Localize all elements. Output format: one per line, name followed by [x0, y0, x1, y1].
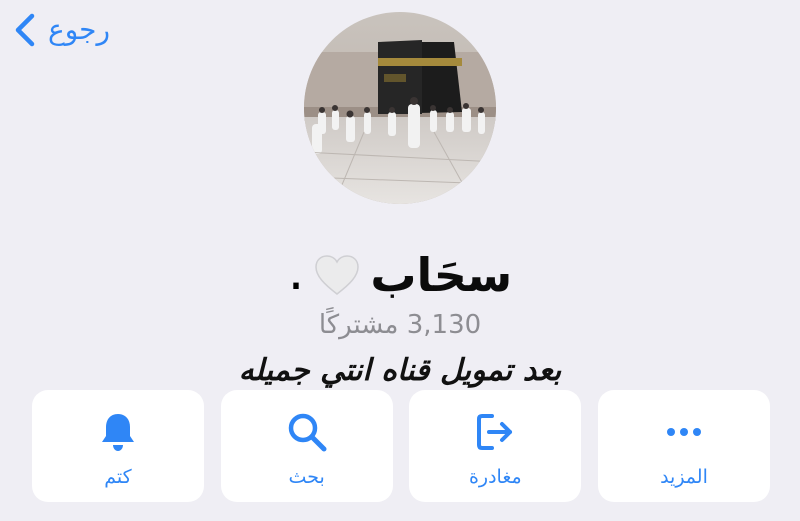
back-label: رجوع	[48, 13, 111, 46]
kaaba-photo	[304, 12, 496, 204]
channel-description: بعد تمويل قناه انتي جميله	[238, 353, 562, 388]
channel-name-row: . سحَاب	[0, 240, 800, 310]
back-button[interactable]: رجوع	[12, 10, 110, 50]
action-bar: كتم بحث مغادرة المزيد	[32, 390, 770, 502]
chevron-left-icon	[12, 12, 38, 48]
search-label: بحث	[288, 465, 325, 488]
search-button[interactable]: بحث	[220, 390, 393, 502]
mute-label: كتم	[104, 465, 132, 488]
channel-name: سحَاب	[370, 248, 513, 302]
white-heart-icon	[315, 255, 360, 295]
leave-button[interactable]: مغادرة	[409, 390, 582, 502]
leave-label: مغادرة	[468, 465, 522, 488]
more-button[interactable]: المزيد	[597, 390, 770, 502]
mute-button[interactable]: كتم	[32, 390, 204, 502]
subscriber-count: 3,130 مشتركًا	[318, 310, 482, 340]
search-icon	[285, 410, 329, 454]
more-label: المزيد	[660, 465, 708, 488]
channel-avatar[interactable]	[304, 12, 496, 204]
leave-icon	[473, 410, 517, 454]
name-dot: .	[287, 242, 305, 302]
bell-icon	[96, 410, 140, 454]
more-icon	[662, 410, 706, 454]
